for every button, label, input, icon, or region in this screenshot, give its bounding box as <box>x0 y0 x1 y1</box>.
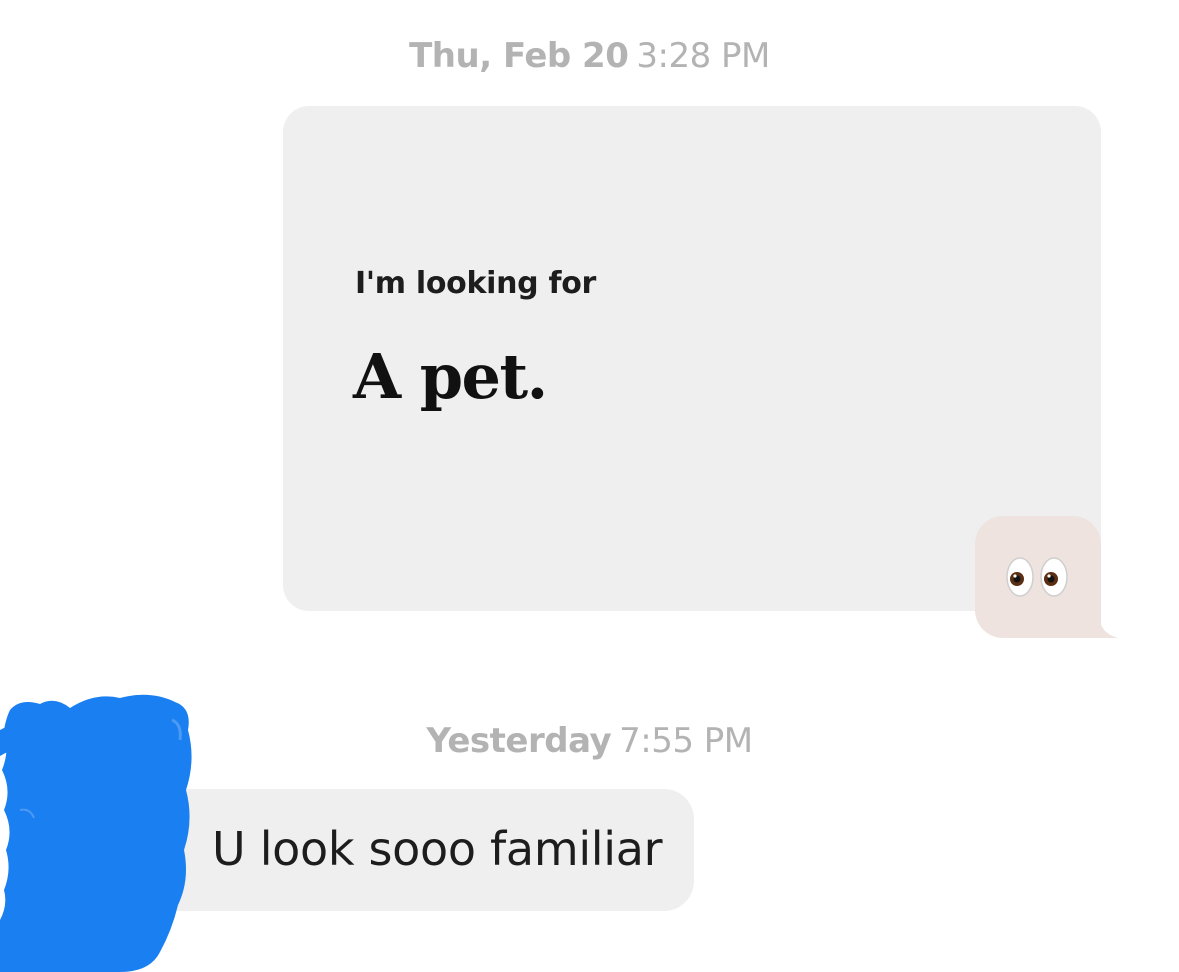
reaction-message-bubble[interactable] <box>975 516 1101 638</box>
prompt-answer: A pet. <box>353 340 548 413</box>
timestamp-header: Thu, Feb 20 3:28 PM <box>0 36 1179 76</box>
timestamp-day: Yesterday <box>426 721 612 761</box>
redaction-scribble <box>0 694 192 972</box>
received-message-bubble[interactable]: U look sooo familiar <box>150 789 694 911</box>
eyes-icon <box>1006 557 1068 597</box>
timestamp-time: 3:28 PM <box>636 36 770 76</box>
chat-screen: Thu, Feb 20 3:28 PM I'm looking for A pet… <box>0 0 1179 972</box>
prompt-label: I'm looking for <box>355 266 597 301</box>
message-text: U look sooo familiar <box>212 822 663 876</box>
timestamp-day: Thu, Feb 20 <box>409 36 629 76</box>
timestamp-time: 7:55 PM <box>619 721 753 761</box>
